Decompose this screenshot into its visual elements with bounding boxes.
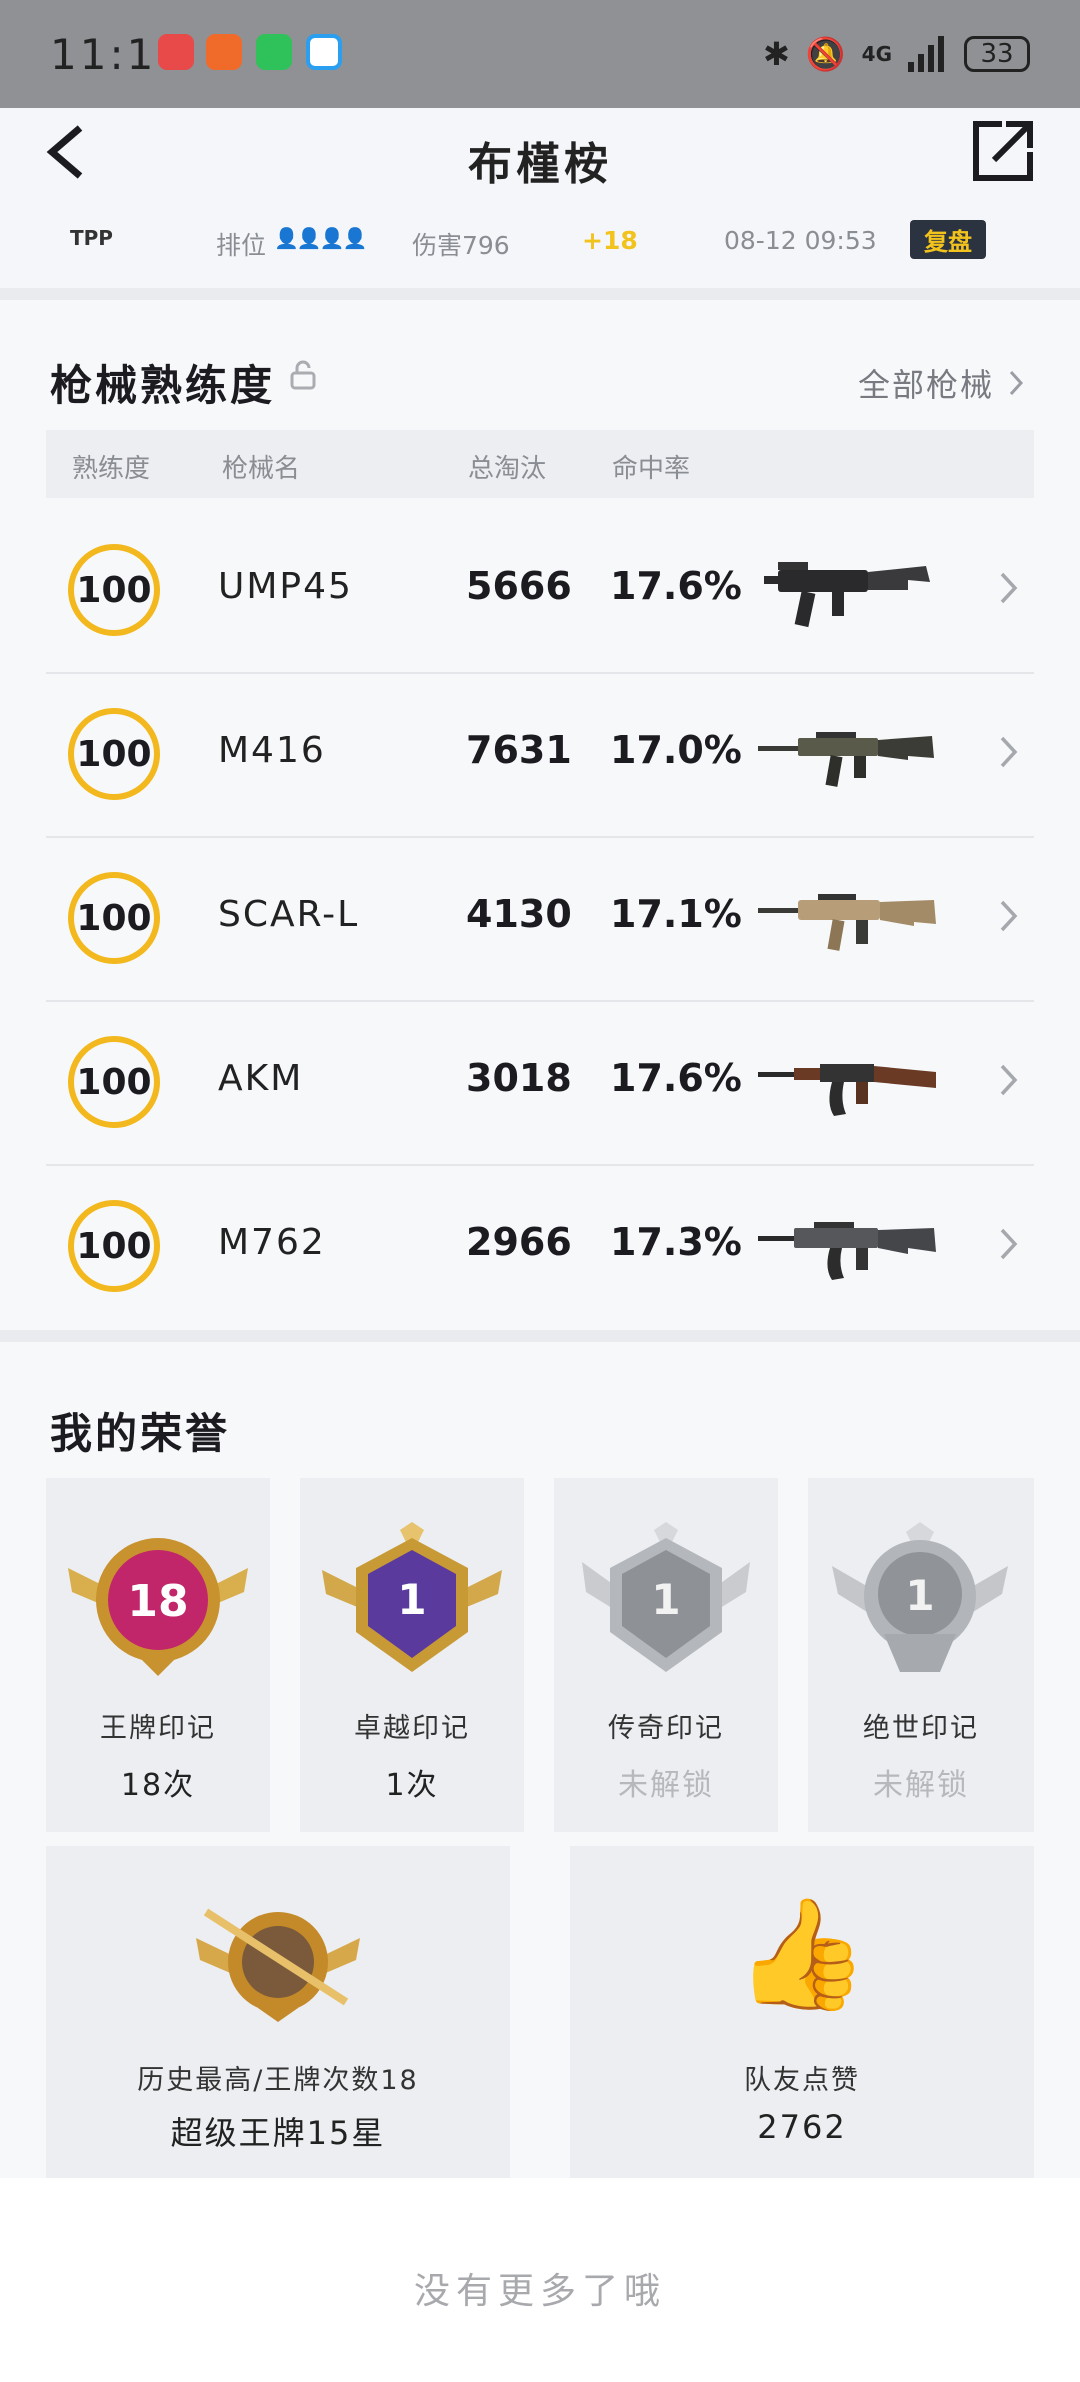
chevron-right-icon [1000, 572, 1018, 604]
best-rank-value: 超级王牌15星 [170, 2114, 386, 2152]
excellence-badge-icon: 1 [322, 1522, 502, 1672]
col-weapon-name: 枪械名 [222, 454, 301, 484]
chevron-right-icon [1000, 1064, 1018, 1096]
weapon-accuracy: 17.0% [610, 728, 742, 772]
honor-label: 卓越印记 [354, 1713, 470, 1744]
match-summary-row[interactable]: TPP 排位 👤👤👤👤 伤害796 +18 08-12 09:53 复盘 [0, 220, 1080, 270]
chevron-right-icon [1009, 370, 1024, 396]
no-more-text: 没有更多了哦 [413, 2271, 666, 2312]
wechat-icon [256, 34, 292, 70]
weapon-name: AKM [218, 1058, 304, 1099]
match-damage: 伤害796 [412, 231, 510, 260]
browser-icon [306, 34, 342, 70]
share-icon[interactable] [972, 120, 1034, 182]
weapon-accuracy: 17.3% [610, 1220, 742, 1264]
honor-badge-excellence[interactable]: 1 卓越印记 1次 [300, 1478, 524, 1832]
weapon-row[interactable]: 100 AKM 3018 17.6% [46, 1002, 1034, 1166]
weapon-name: M762 [218, 1222, 326, 1263]
mute-icon: 🔕 [805, 35, 846, 73]
notification-app-icon [158, 34, 194, 70]
honor-value-locked: 未解锁 [618, 1768, 714, 1803]
weapon-accuracy: 17.1% [610, 892, 742, 936]
battery-icon: 33 [964, 36, 1030, 72]
weapon-table-header: 熟练度 枪械名 总淘汰 命中率 [46, 430, 1034, 498]
chevron-right-icon [1000, 736, 1018, 768]
weapon-kills: 3018 [466, 1056, 572, 1100]
honor-value-locked: 未解锁 [873, 1768, 969, 1803]
honor-label: 绝世印记 [863, 1713, 979, 1744]
unlock-icon[interactable] [290, 360, 316, 390]
weapon-accuracy: 17.6% [610, 1056, 742, 1100]
scar-l-gun-icon [758, 894, 936, 951]
best-rank-tile[interactable]: 历史最高/王牌次数18 超级王牌15星 [46, 1846, 510, 2178]
signal-icon [908, 36, 944, 72]
all-weapons-link[interactable]: 全部枪械 [858, 360, 1024, 406]
weapon-section-title: 枪械熟练度 [50, 361, 276, 410]
m762-gun-icon [758, 1222, 936, 1280]
network-label: 4G [861, 42, 892, 66]
honor-value: 18次 [120, 1768, 196, 1803]
akm-gun-icon [758, 1064, 936, 1116]
legend-badge-icon: 1 [582, 1522, 750, 1672]
weapon-kills: 7631 [466, 728, 572, 772]
super-ace-badge-icon [196, 1908, 360, 2022]
proficiency-badge: 100 [68, 544, 160, 636]
section-divider [0, 288, 1080, 300]
ace-badge-icon: 18 [68, 1538, 248, 1676]
bluetooth-icon: ✱ [763, 35, 790, 73]
proficiency-badge: 100 [68, 1036, 160, 1128]
proficiency-badge: 100 [68, 708, 160, 800]
excellence-badge-number: 1 [397, 1575, 426, 1624]
match-rank-label: 排位 [216, 231, 267, 260]
match-time: 08-12 09:53 [724, 226, 877, 255]
honor-label: 传奇印记 [608, 1713, 724, 1744]
weapon-name: M416 [218, 730, 326, 771]
status-indicators: ✱ 🔕 4G 33 [763, 30, 1030, 78]
proficiency-badge: 100 [68, 1200, 160, 1292]
weapon-kills: 4130 [466, 892, 572, 936]
proficiency-badge: 100 [68, 872, 160, 964]
legend-badge-number: 1 [651, 1575, 680, 1624]
ump45-gun-icon [764, 562, 930, 628]
notification-app-icon [206, 34, 242, 70]
honor-label: 王牌印记 [100, 1713, 216, 1744]
honors-section-title: 我的荣誉 [50, 1409, 231, 1458]
col-total-kills: 总淘汰 [468, 454, 547, 484]
weapon-kills: 5666 [466, 564, 572, 608]
section-divider [0, 1330, 1080, 1342]
page-title: 布槿桉 [468, 139, 612, 190]
honor-value: 1次 [385, 1768, 439, 1803]
ace-badge-number: 18 [127, 1576, 188, 1627]
weapon-row[interactable]: 100 M416 7631 17.0% [46, 674, 1034, 838]
weapon-row[interactable]: 100 SCAR-L 4130 17.1% [46, 838, 1034, 1002]
match-mode: TPP [70, 226, 113, 250]
header: 布槿桉 TPP 排位 👤👤👤👤 伤害796 +18 08-12 09:53 复盘 [0, 108, 1080, 288]
honor-badge-peerless[interactable]: 1 绝世印记 未解锁 [808, 1478, 1034, 1832]
weapon-accuracy: 17.6% [610, 564, 742, 608]
weapon-row[interactable]: 100 M762 2966 17.3% [46, 1166, 1034, 1330]
teammate-likes-tile[interactable]: 👍 队友点赞 2762 [570, 1846, 1034, 2178]
honor-badge-legend[interactable]: 1 传奇印记 未解锁 [554, 1478, 778, 1832]
thumbs-up-icon: 👍 [734, 1892, 870, 2017]
status-bar: 11:18 ✱ 🔕 4G 33 [0, 0, 1080, 108]
replay-button[interactable]: 复盘 [910, 220, 986, 259]
col-accuracy: 命中率 [612, 454, 691, 484]
honor-badge-ace[interactable]: 18 王牌印记 18次 [46, 1478, 270, 1832]
col-proficiency: 熟练度 [72, 454, 151, 484]
squad-icon: 👤👤👤👤 [274, 226, 368, 250]
peerless-badge-icon: 1 [832, 1522, 1008, 1672]
match-score-change: +18 [582, 226, 638, 255]
weapon-name: SCAR-L [218, 894, 360, 935]
likes-value: 2762 [757, 2108, 847, 2146]
m416-gun-icon [758, 732, 934, 787]
weapon-name: UMP45 [218, 566, 353, 607]
weapon-row[interactable]: 100 UMP45 5666 17.6% [46, 510, 1034, 674]
best-rank-label: 历史最高/王牌次数18 [137, 2065, 419, 2096]
chevron-right-icon [1000, 900, 1018, 932]
chevron-right-icon [1000, 1228, 1018, 1260]
weapon-kills: 2966 [466, 1220, 572, 1264]
likes-label: 队友点赞 [744, 2065, 860, 2096]
peerless-badge-number: 1 [905, 1571, 934, 1620]
